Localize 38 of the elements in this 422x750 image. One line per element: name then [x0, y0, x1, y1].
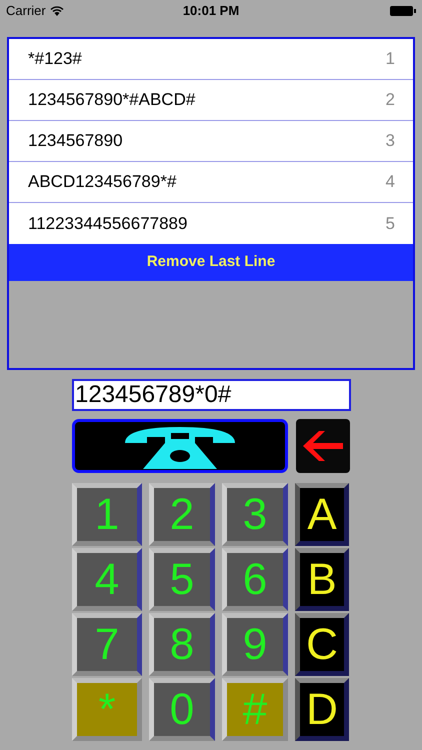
history-row[interactable]: *#123# 1 [9, 39, 413, 80]
keypad-key[interactable]: C [295, 613, 349, 676]
keypad-key[interactable]: 8 [149, 613, 215, 676]
keypad-key[interactable]: 2 [149, 483, 215, 546]
dialed-number: 1234567890 [28, 130, 123, 152]
keypad-key[interactable]: A [295, 483, 349, 546]
remove-last-line-button[interactable]: Remove Last Line [9, 244, 413, 281]
keypad-key[interactable]: 1 [72, 483, 142, 546]
dialed-number: *#123# [28, 48, 82, 70]
row-index: 3 [386, 130, 395, 152]
keypad-key[interactable]: D [295, 678, 349, 741]
carrier-label: Carrier [6, 2, 46, 20]
keypad-key[interactable]: 6 [222, 548, 288, 611]
clock-label: 10:01 PM [182, 2, 240, 20]
call-button[interactable] [72, 419, 288, 473]
keypad-key[interactable]: 5 [149, 548, 215, 611]
wifi-icon [50, 6, 64, 16]
row-index: 1 [386, 48, 395, 70]
history-row[interactable]: 1234567890*#ABCD# 2 [9, 80, 413, 121]
history-row[interactable]: 1234567890 3 [9, 121, 413, 162]
dial-input-field[interactable]: 123456789*0# [72, 379, 351, 411]
keypad-key[interactable]: 0 [149, 678, 215, 741]
battery-icon [390, 6, 416, 16]
history-row[interactable]: 11223344556677889 5 [9, 203, 413, 244]
dialed-number: ABCD123456789*# [28, 171, 176, 194]
dialed-number: 1234567890*#ABCD# [28, 89, 196, 112]
row-index: 5 [386, 212, 395, 235]
keypad-key[interactable]: B [295, 548, 349, 611]
keypad-key[interactable]: 9 [222, 613, 288, 676]
history-row[interactable]: ABCD123456789*# 4 [9, 162, 413, 203]
backspace-button[interactable] [296, 419, 350, 473]
dialed-number: 11223344556677889 [28, 212, 188, 235]
keypad-key[interactable]: 3 [222, 483, 288, 546]
keypad-key[interactable]: 4 [72, 548, 142, 611]
row-index: 4 [386, 171, 395, 194]
keypad-key[interactable]: 7 [72, 613, 142, 676]
row-index: 2 [386, 89, 395, 112]
left-arrow-icon [303, 431, 343, 461]
